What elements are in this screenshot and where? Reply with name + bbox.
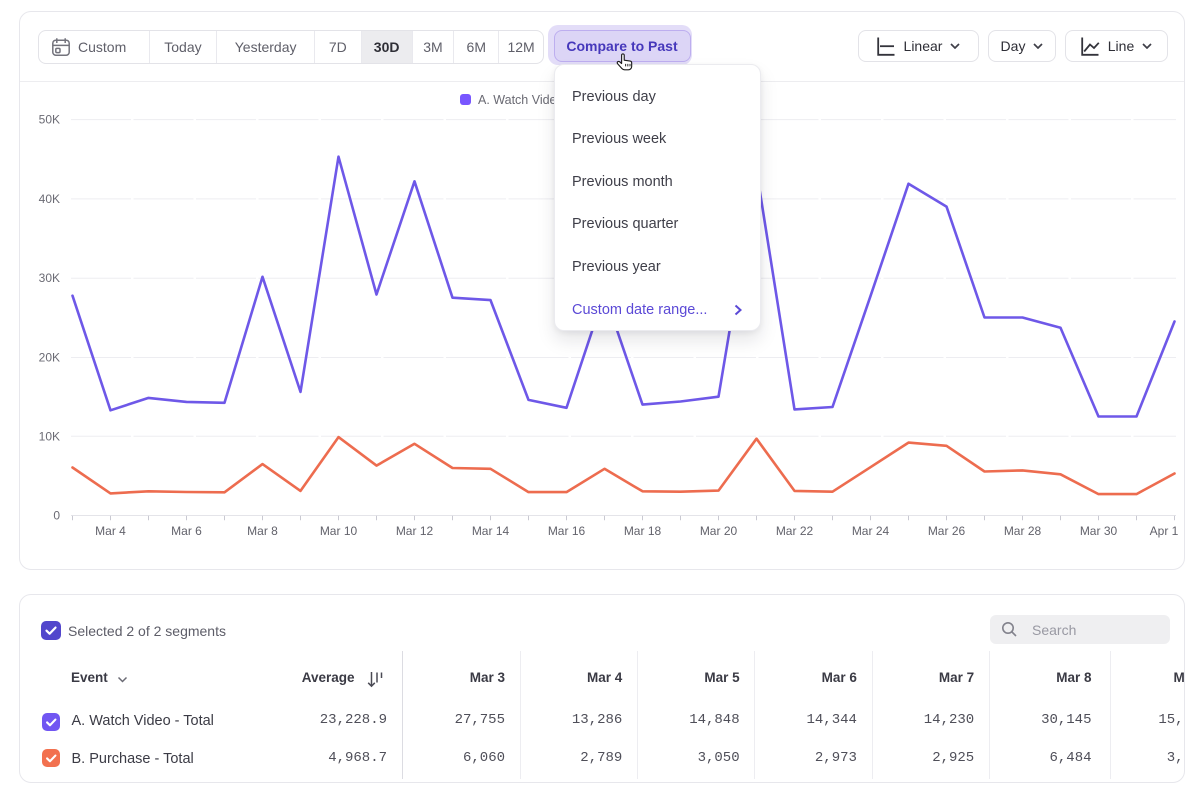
- svg-text:Mar 22: Mar 22: [776, 524, 814, 538]
- svg-text:Mar 28: Mar 28: [1004, 524, 1042, 538]
- svg-text:Mar 16: Mar 16: [548, 524, 586, 538]
- svg-text:50K: 50K: [39, 113, 60, 127]
- svg-text:10K: 10K: [39, 429, 60, 443]
- svg-text:20K: 20K: [39, 351, 60, 365]
- svg-text:0: 0: [53, 509, 60, 523]
- svg-text:Mar 4: Mar 4: [95, 524, 126, 538]
- svg-text:Mar 8: Mar 8: [247, 524, 278, 538]
- svg-text:Mar 30: Mar 30: [1080, 524, 1118, 538]
- svg-text:Mar 18: Mar 18: [624, 524, 662, 538]
- svg-text:Mar 10: Mar 10: [320, 524, 358, 538]
- svg-text:Mar 20: Mar 20: [700, 524, 738, 538]
- svg-text:Apr 1: Apr 1: [1150, 524, 1179, 538]
- svg-text:Mar 24: Mar 24: [852, 524, 890, 538]
- svg-text:Mar 26: Mar 26: [928, 524, 966, 538]
- svg-text:30K: 30K: [39, 271, 60, 285]
- svg-text:Mar 14: Mar 14: [472, 524, 510, 538]
- svg-text:Mar 12: Mar 12: [396, 524, 434, 538]
- svg-text:Mar 6: Mar 6: [171, 524, 202, 538]
- svg-text:40K: 40K: [39, 192, 60, 206]
